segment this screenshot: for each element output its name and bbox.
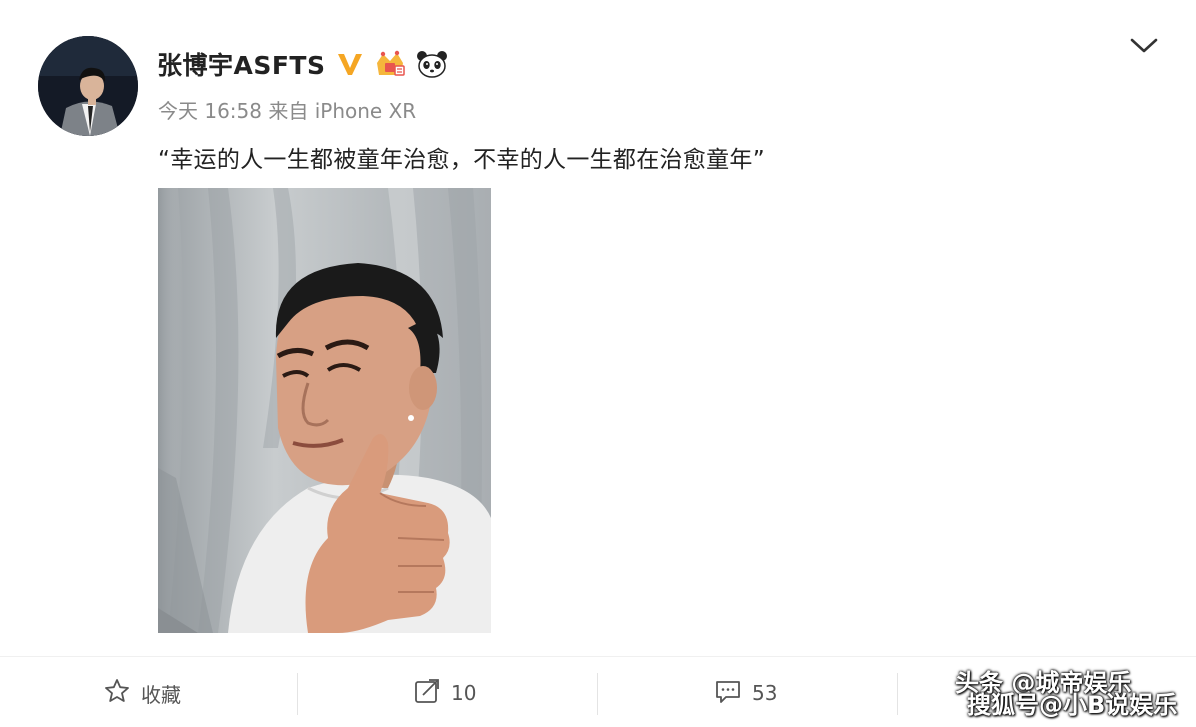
watermark: 头条 @城帝娱乐 搜狐号@小B说娱乐 (955, 669, 1185, 719)
weibo-post-card: 张博宇ASFTS 今天 16:58 来自 iPhone XR “幸运的人一生都被… (0, 0, 1196, 726)
favorite-label: 收藏 (141, 682, 181, 707)
post-meta: 今天 16:58 来自 iPhone XR (158, 99, 417, 123)
post-text: “幸运的人一生都被童年治愈，不幸的人一生都在治愈童年” (158, 147, 765, 173)
repost-icon (413, 677, 441, 710)
divider (897, 673, 898, 715)
panda-icon (416, 49, 448, 79)
watermark-line-2: 搜狐号@小B说娱乐 (967, 691, 1178, 719)
star-icon (103, 677, 131, 710)
divider (597, 673, 598, 715)
comment-icon (714, 677, 742, 710)
avatar[interactable] (38, 36, 138, 136)
favorite-button[interactable]: 收藏 (103, 673, 181, 713)
chevron-down-icon[interactable] (1128, 32, 1160, 60)
comment-count: 53 (752, 681, 778, 705)
crown-badge-icon (374, 49, 406, 79)
username[interactable]: 张博宇ASFTS (157, 46, 326, 82)
divider (297, 673, 298, 715)
verified-v-icon (336, 51, 364, 77)
repost-count: 10 (451, 681, 477, 705)
username-row: 张博宇ASFTS (157, 46, 448, 82)
post-photo[interactable] (158, 188, 491, 633)
repost-button[interactable]: 10 (413, 673, 476, 713)
comment-button[interactable]: 53 (714, 673, 777, 713)
